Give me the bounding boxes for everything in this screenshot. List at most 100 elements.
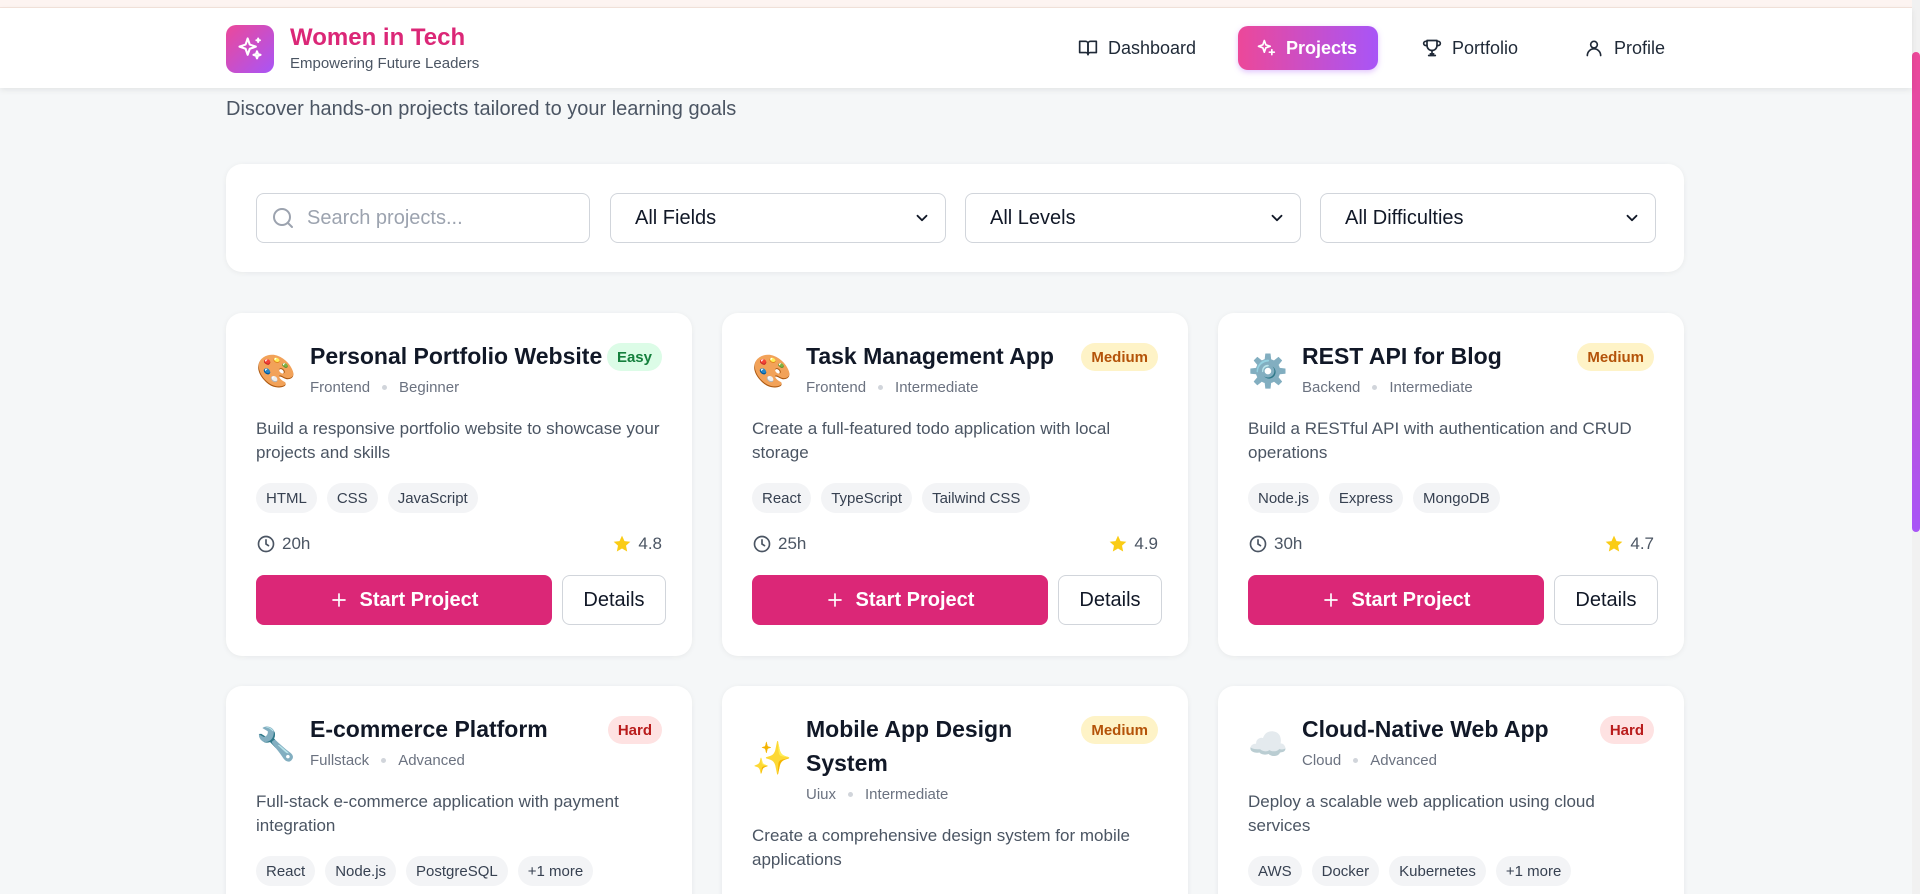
difficulty-select[interactable]: All Difficulties [1320, 193, 1656, 243]
project-title[interactable]: Cloud-Native Web App [1302, 712, 1549, 746]
project-field: Backend [1302, 379, 1361, 396]
project-stats: 25h 4.9 [752, 534, 1158, 554]
difficulty-badge: Hard [1599, 716, 1654, 744]
project-field: Fullstack [310, 752, 370, 769]
chevron-down-icon [916, 214, 928, 222]
top-header: Women in Tech Empowering Future Leaders … [0, 8, 1912, 88]
nav-projects[interactable]: Projects [1238, 26, 1378, 70]
cloud-icon: ☁️ [1248, 726, 1288, 762]
search-input[interactable] [307, 206, 577, 230]
main-nav: Dashboard Projects Portfolio Profile [0, 26, 1912, 70]
tag: Node.js [1248, 483, 1319, 513]
more-tags[interactable]: +1 more [517, 856, 594, 886]
field-select-value: All Fields [635, 206, 717, 229]
plus-icon [1323, 593, 1338, 607]
project-description: Full-stack e-commerce application with p… [256, 792, 619, 835]
project-card: 🔧 E-commerce Platform Fullstack Advanced … [226, 686, 692, 894]
project-description: Create a full-featured todo application … [752, 419, 1111, 462]
nav-portfolio-label: Portfolio [1452, 37, 1519, 58]
chevron-down-icon [1626, 214, 1638, 222]
project-meta: Uiux Intermediate [806, 786, 948, 803]
project-meta: Frontend Intermediate [806, 379, 978, 396]
project-field: Cloud [1302, 752, 1342, 769]
project-description: Create a comprehensive design system for… [752, 826, 1130, 869]
project-hours: 25h [778, 534, 807, 553]
details-button[interactable]: Details [1554, 575, 1658, 625]
nav-profile-label: Profile [1614, 37, 1666, 58]
project-meta: Frontend Beginner [310, 379, 459, 396]
project-card: 🎨 Task Management App Frontend Intermedia… [722, 313, 1188, 656]
project-card: 🎨 Personal Portfolio Website Frontend Beg… [226, 313, 692, 656]
difficulty-badge: Medium [1081, 716, 1158, 744]
trophy-icon [1422, 39, 1442, 57]
difficulty-badge: Medium [1081, 343, 1158, 371]
level-select-value: All Levels [990, 206, 1076, 229]
clock-icon [753, 535, 771, 553]
tag: MongoDB [1413, 483, 1500, 513]
project-hours: 30h [1274, 534, 1303, 553]
search-box[interactable] [256, 193, 590, 243]
nav-dashboard-label: Dashboard [1108, 37, 1197, 58]
project-level: Intermediate [1389, 379, 1473, 396]
project-field: Uiux [806, 786, 837, 803]
difficulty-badge: Medium [1577, 343, 1654, 371]
field-select[interactable]: All Fields [610, 193, 946, 243]
project-level: Intermediate [895, 379, 979, 396]
chevron-down-icon [1271, 214, 1283, 222]
tag: Tailwind CSS [922, 483, 1031, 513]
nav-dashboard[interactable]: Dashboard [1060, 26, 1214, 70]
tag-list: React Node.js PostgreSQL +1 more [256, 856, 603, 886]
start-project-button[interactable]: Start Project [256, 575, 552, 625]
project-meta: Cloud Advanced [1302, 752, 1437, 769]
tag: TypeScript [821, 483, 913, 513]
gear-icon: ⚙️ [1248, 353, 1288, 389]
tag: CSS [326, 483, 378, 513]
tag: Kubernetes [1389, 856, 1486, 886]
project-level: Beginner [399, 379, 460, 396]
tag: Node.js [325, 856, 397, 886]
project-card: ✨ Mobile App Design System Uiux Intermedi… [722, 686, 1188, 894]
clock-icon [1249, 535, 1267, 553]
star-icon [1606, 535, 1623, 552]
project-stats: 30h 4.7 [1248, 534, 1654, 554]
start-project-button[interactable]: Start Project [1248, 575, 1544, 625]
nav-portfolio[interactable]: Portfolio [1404, 26, 1536, 70]
search-icon [273, 208, 293, 228]
tag: PostgreSQL [406, 856, 508, 886]
sparkles-icon: ✨ [752, 740, 792, 776]
star-icon [614, 535, 631, 552]
project-meta: Backend Intermediate [1302, 379, 1473, 396]
tag: AWS [1248, 856, 1302, 886]
project-field: Frontend [806, 379, 867, 396]
nav-profile[interactable]: Profile [1566, 26, 1683, 70]
tag-list: HTML CSS JavaScript [256, 483, 488, 513]
project-description: Build a responsive portfolio website to … [256, 419, 660, 462]
plus-icon [827, 593, 842, 607]
wrench-icon: 🔧 [256, 726, 296, 762]
project-title[interactable]: REST API for Blog [1302, 339, 1502, 373]
page-scrollbar[interactable] [1912, 0, 1920, 894]
user-icon [1586, 40, 1602, 57]
project-title[interactable]: E-commerce Platform [310, 712, 548, 746]
project-level: Advanced [398, 752, 465, 769]
scrollbar-thumb[interactable] [1912, 52, 1920, 532]
details-button[interactable]: Details [1058, 575, 1162, 625]
difficulty-select-value: All Difficulties [1345, 206, 1464, 229]
project-rating: 4.9 [1134, 534, 1158, 553]
project-rating: 4.8 [638, 534, 662, 553]
project-level: Advanced [1370, 752, 1437, 769]
tag-list: Node.js Express MongoDB [1248, 483, 1510, 513]
start-project-button[interactable]: Start Project [752, 575, 1048, 625]
details-button[interactable]: Details [562, 575, 666, 625]
level-select[interactable]: All Levels [965, 193, 1301, 243]
book-icon [1078, 40, 1098, 56]
project-title[interactable]: Task Management App [806, 339, 1054, 373]
project-stats: 20h 4.8 [256, 534, 662, 554]
clock-icon [257, 535, 275, 553]
project-title[interactable]: Personal Portfolio Website [310, 339, 602, 373]
tag: React [752, 483, 812, 513]
project-title[interactable]: Mobile App Design System [806, 712, 1056, 780]
more-tags[interactable]: +1 more [1495, 856, 1572, 886]
project-description: Deploy a scalable web application using … [1248, 792, 1595, 835]
star-icon [1110, 535, 1127, 552]
